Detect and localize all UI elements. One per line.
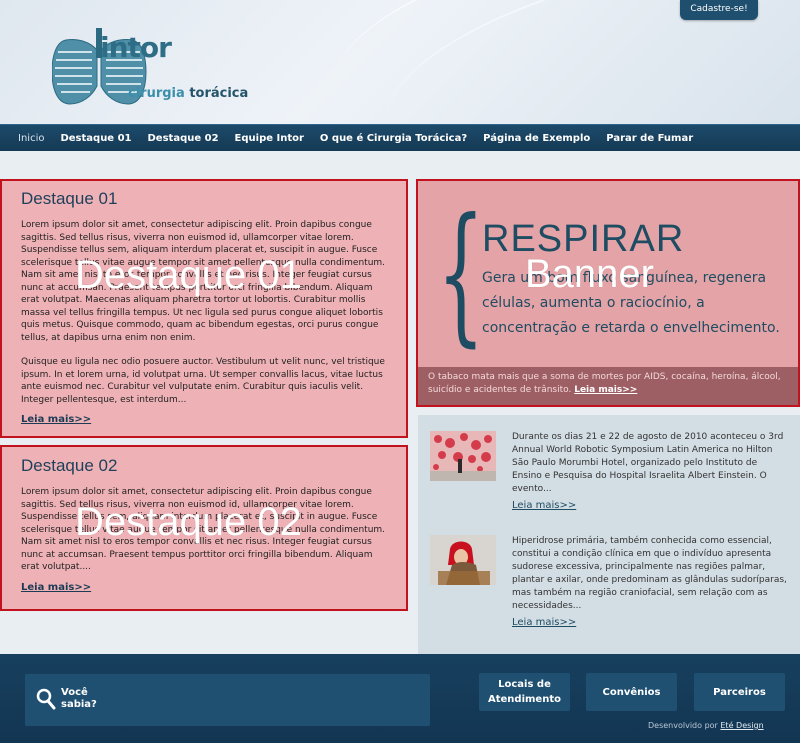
featured-01-read-more-link[interactable]: Leia mais>> bbox=[21, 414, 91, 425]
main-nav: Inicio Destaque 01 Destaque 02 Equipe In… bbox=[0, 124, 800, 151]
nav-item-cirurgia-toracica[interactable]: O que é Cirurgia Torácica? bbox=[312, 133, 475, 144]
logo-tagline-part: torácica bbox=[189, 86, 249, 101]
developer-credit: Desenvolvido por Eté Design bbox=[648, 721, 764, 730]
credit-prefix: Desenvolvido por bbox=[648, 721, 718, 730]
nav-item-parar-fumar[interactable]: Parar de Fumar bbox=[598, 133, 701, 144]
red-hood-person-image bbox=[430, 535, 496, 585]
banner-text: Gera um bom fluxo sanguínea, regenera cé… bbox=[482, 270, 780, 336]
featured-02-title: Destaque 02 bbox=[21, 456, 118, 475]
nav-item-inicio[interactable]: Inicio bbox=[10, 133, 52, 144]
nav-item-destaque-01[interactable]: Destaque 01 bbox=[52, 133, 139, 144]
featured-01-panel: Destaque 01 Lorem ipsum dolor sit amet, … bbox=[0, 179, 408, 438]
nav-item-destaque-02[interactable]: Destaque 02 bbox=[140, 133, 227, 144]
logo-wordmark: intor bbox=[100, 31, 172, 64]
graffiti-wall-image bbox=[430, 431, 496, 481]
news-thumbnail[interactable] bbox=[430, 535, 496, 585]
news-text: Durante os dias 21 e 22 de agosto de 201… bbox=[512, 431, 788, 513]
developer-credit-link[interactable]: Eté Design bbox=[720, 721, 763, 730]
news-panel: Durante os dias 21 e 22 de agosto de 201… bbox=[418, 415, 800, 654]
news-thumbnail[interactable] bbox=[430, 431, 496, 481]
search-icon bbox=[36, 688, 56, 710]
featured-02-text: Lorem ipsum dolor sit amet, consectetur … bbox=[21, 487, 386, 572]
featured-01-text: Lorem ipsum dolor sit amet, consectetur … bbox=[21, 220, 386, 343]
featured-02-read-more-link[interactable]: Leia mais>> bbox=[21, 582, 91, 593]
register-button[interactable]: Cadastre-se! bbox=[680, 0, 758, 20]
nav-item-pagina-exemplo[interactable]: Página de Exemplo bbox=[475, 133, 598, 144]
banner-heading: RESPIRAR bbox=[482, 218, 685, 260]
featured-01-text-2: Quisque eu ligula nec odio posuere aucto… bbox=[21, 357, 385, 405]
news-summary: Hiperidrose primária, também conhecida c… bbox=[512, 536, 787, 611]
news-text: Hiperidrose primária, também conhecida c… bbox=[512, 535, 788, 630]
logo-tagline: cirurgia torácica bbox=[128, 86, 248, 101]
banner-footer: O tabaco mata mais que a soma de mortes … bbox=[418, 367, 798, 405]
partners-button[interactable]: Parceiros bbox=[694, 673, 785, 711]
featured-02-panel: Destaque 02 Lorem ipsum dolor sit amet, … bbox=[0, 445, 408, 611]
locations-button[interactable]: Locais de Atendimento bbox=[479, 673, 570, 711]
news-read-more-link[interactable]: Leia mais>> bbox=[512, 499, 576, 512]
insurance-button[interactable]: Convênios bbox=[586, 673, 677, 711]
logo-tagline-part: cirurgia bbox=[128, 86, 185, 101]
nav-item-equipe-intor[interactable]: Equipe Intor bbox=[227, 133, 312, 144]
banner-read-more-link[interactable]: Leia mais>> bbox=[574, 385, 637, 395]
did-you-know-box[interactable]: Você sabia? bbox=[25, 674, 430, 726]
news-summary: Durante os dias 21 e 22 de agosto de 201… bbox=[512, 432, 784, 494]
featured-01-title: Destaque 01 bbox=[21, 189, 118, 208]
did-you-know-label: Você sabia? bbox=[61, 687, 97, 710]
brace-icon: { bbox=[437, 187, 485, 361]
news-read-more-link[interactable]: Leia mais>> bbox=[512, 616, 576, 629]
